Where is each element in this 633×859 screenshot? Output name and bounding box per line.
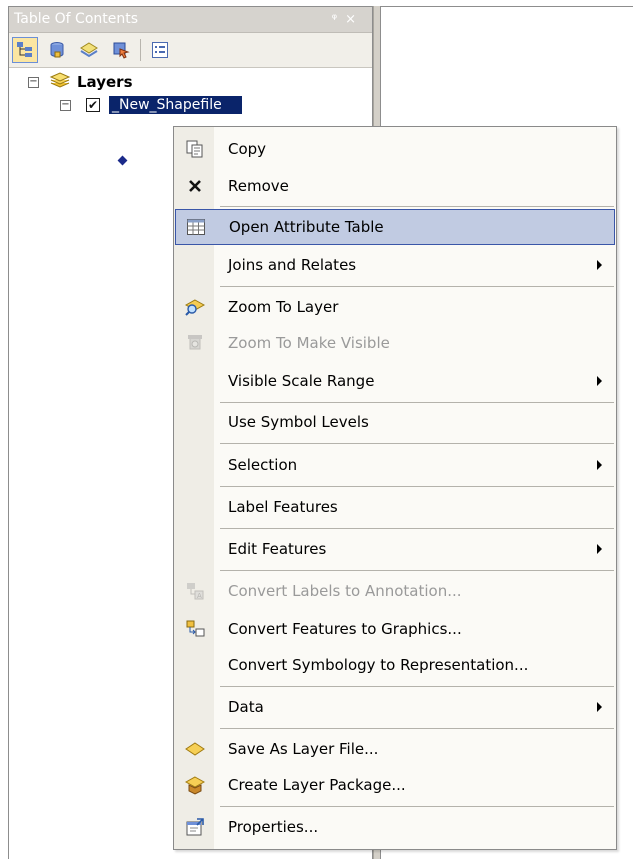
- layers-icon: [49, 71, 71, 93]
- menu-item-label: Joins and Relates: [228, 256, 357, 274]
- layer-file-icon: [184, 738, 206, 760]
- layers-root-label: Layers: [77, 73, 133, 91]
- layer-name-selected[interactable]: _New_Shapefile: [109, 96, 242, 114]
- tree-row-layers[interactable]: − Layers: [28, 71, 133, 93]
- menu-item-open-attribute-table[interactable]: Open Attribute Table: [175, 209, 615, 245]
- menu-separator: [220, 486, 614, 487]
- layer-context-menu: Copy Remove Open Attribute Table Joins a…: [173, 126, 617, 850]
- layer-package-icon: [184, 774, 206, 796]
- table-icon: [185, 216, 207, 238]
- menu-item-properties[interactable]: Properties...: [174, 809, 616, 845]
- menu-item-data[interactable]: Data: [174, 689, 616, 725]
- menu-item-label: Label Features: [228, 498, 338, 516]
- menu-separator: [220, 806, 614, 807]
- menu-item-remove[interactable]: Remove: [174, 168, 616, 204]
- close-icon[interactable]: ×: [345, 12, 364, 27]
- menu-item-label: Edit Features: [228, 540, 327, 558]
- menu-item-label: Use Symbol Levels: [228, 413, 369, 431]
- menu-item-label: Convert Labels to Annotation...: [228, 582, 462, 600]
- panel-controls: ᵠ×: [332, 7, 364, 32]
- list-by-source-icon[interactable]: [44, 37, 70, 63]
- menu-separator: [220, 206, 614, 207]
- menu-item-selection[interactable]: Selection: [174, 447, 616, 483]
- submenu-arrow-icon: [597, 460, 602, 470]
- pin-icon[interactable]: ᵠ: [332, 12, 345, 27]
- tree-row-layer[interactable]: − ✔ _New_Shapefile: [60, 94, 242, 116]
- menu-item-use-symbol-levels[interactable]: Use Symbol Levels: [174, 404, 616, 440]
- menu-item-label: Data: [228, 698, 264, 716]
- zoom-to-layer-icon: [184, 296, 206, 318]
- menu-item-convert-features-to-graphics[interactable]: Convert Features to Graphics...: [174, 611, 616, 647]
- collapse-layer-toggle[interactable]: −: [60, 99, 71, 111]
- menu-item-label: Remove: [228, 177, 289, 195]
- menu-item-save-as-layer-file[interactable]: Save As Layer File...: [174, 731, 616, 767]
- toolbar-separator: [140, 39, 141, 61]
- collapse-layers-toggle[interactable]: −: [28, 76, 39, 88]
- menu-separator: [220, 286, 614, 287]
- menu-separator: [220, 686, 614, 687]
- menu-separator: [220, 728, 614, 729]
- map-frame-border: [381, 6, 633, 7]
- menu-item-label: Copy: [228, 140, 267, 158]
- menu-separator: [220, 443, 614, 444]
- zoom-visible-icon: [184, 332, 206, 354]
- submenu-arrow-icon: [597, 702, 602, 712]
- menu-item-copy[interactable]: Copy: [174, 131, 616, 167]
- menu-item-convert-labels-to-annotation: A Convert Labels to Annotation...: [174, 573, 616, 609]
- point-symbol-icon: [117, 155, 128, 166]
- list-by-visibility-icon[interactable]: [76, 37, 102, 63]
- menu-item-label: Open Attribute Table: [229, 218, 384, 236]
- menu-separator: [220, 528, 614, 529]
- menu-item-label: Save As Layer File...: [228, 740, 379, 758]
- menu-item-label: Selection: [228, 456, 298, 474]
- menu-item-label: Properties...: [228, 818, 319, 836]
- menu-item-edit-features[interactable]: Edit Features: [174, 531, 616, 567]
- convert-graphics-icon: [184, 618, 206, 640]
- menu-item-visible-scale-range[interactable]: Visible Scale Range: [174, 363, 616, 399]
- svg-text:A: A: [197, 592, 202, 600]
- list-by-drawing-order-icon[interactable]: [12, 37, 38, 63]
- menu-item-convert-symbology-to-representation[interactable]: Convert Symbology to Representation...: [174, 647, 616, 683]
- menu-separator: [220, 402, 614, 403]
- panel-title-bar: Table Of Contents ᵠ×: [9, 7, 372, 33]
- layer-visibility-checkbox[interactable]: ✔: [86, 98, 100, 112]
- menu-separator: [220, 570, 614, 571]
- menu-item-label: Create Layer Package...: [228, 776, 406, 794]
- menu-item-joins-and-relates[interactable]: Joins and Relates: [174, 247, 616, 283]
- submenu-arrow-icon: [597, 260, 602, 270]
- properties-icon: [184, 816, 206, 838]
- convert-labels-icon: A: [184, 580, 206, 602]
- menu-item-label: Zoom To Make Visible: [228, 334, 390, 352]
- menu-item-zoom-to-layer[interactable]: Zoom To Layer: [174, 289, 616, 325]
- menu-item-label: Visible Scale Range: [228, 372, 375, 390]
- menu-item-zoom-to-make-visible: Zoom To Make Visible: [174, 325, 616, 361]
- list-by-selection-icon[interactable]: [108, 37, 134, 63]
- submenu-arrow-icon: [597, 544, 602, 554]
- submenu-arrow-icon: [597, 376, 602, 386]
- options-icon[interactable]: [147, 37, 173, 63]
- menu-item-create-layer-package[interactable]: Create Layer Package...: [174, 767, 616, 803]
- menu-item-label-features[interactable]: Label Features: [174, 489, 616, 525]
- menu-item-label: Convert Symbology to Representation...: [228, 656, 529, 674]
- toc-toolbar: [9, 33, 372, 68]
- remove-icon: [184, 175, 206, 197]
- panel-title: Table Of Contents: [14, 11, 139, 27]
- menu-item-label: Convert Features to Graphics...: [228, 620, 462, 638]
- copy-icon: [184, 138, 206, 160]
- menu-item-label: Zoom To Layer: [228, 298, 339, 316]
